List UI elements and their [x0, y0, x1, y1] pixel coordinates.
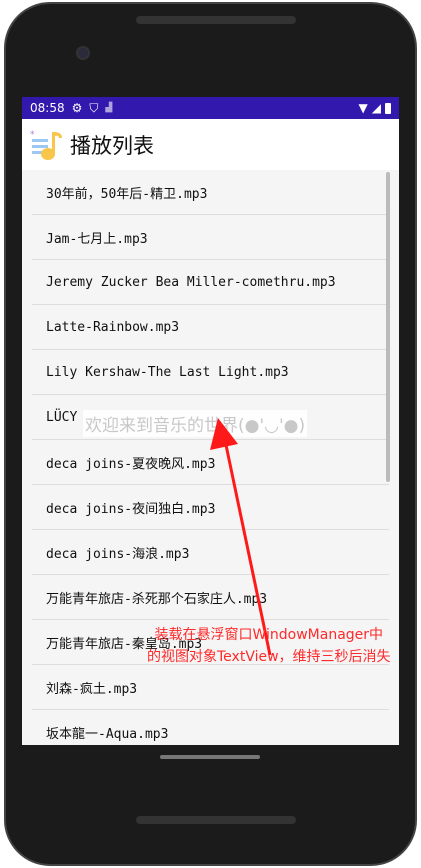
annotation-arrow	[210, 418, 272, 656]
home-indicator[interactable]	[160, 755, 260, 759]
annotation-line-1: 装载在悬浮窗口WindowManager中	[154, 627, 384, 643]
annotation-line-2: 的视图对象TextView，维持三秒后消失	[147, 649, 391, 665]
annotation-text: 装载在悬浮窗口WindowManager中 的视图对象TextView，维持三秒…	[147, 624, 391, 668]
